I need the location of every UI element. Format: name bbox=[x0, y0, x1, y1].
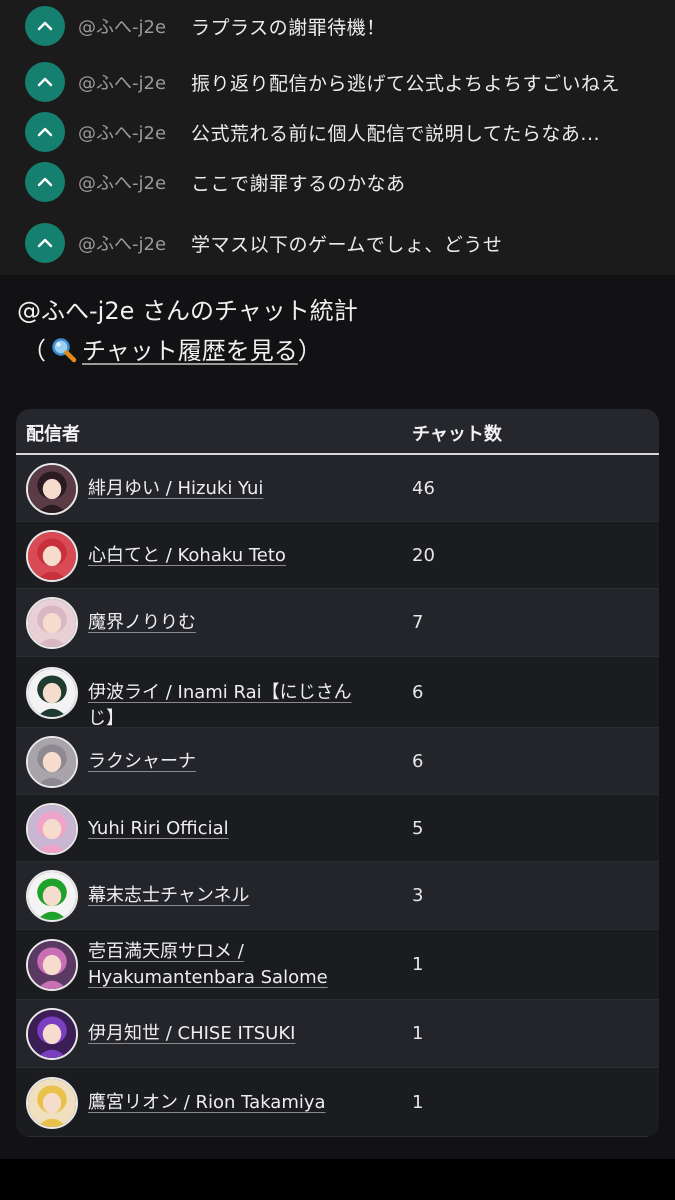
table-row: 緋月ゆい / Hizuki Yui 46 bbox=[16, 455, 659, 522]
chat-stats-section: @ふへ-j2e さんのチャット統計 （ チャット履歴を見る） 配信者 チャット数… bbox=[0, 275, 675, 1159]
table-header: 配信者 チャット数 bbox=[16, 409, 659, 455]
avatar[interactable] bbox=[26, 803, 78, 855]
streamer-name-link[interactable]: 心白てと / Kohaku Teto bbox=[88, 543, 378, 569]
comment-item: @ふへ-j2e 振り返り配信から逃げて公式よちよちすごいねえ bbox=[0, 62, 675, 102]
history-line: （ チャット履歴を見る） bbox=[22, 331, 322, 366]
chevron-up-icon bbox=[37, 177, 53, 187]
upvote-button[interactable] bbox=[25, 223, 65, 263]
table-row: ラクシャーナ 6 bbox=[16, 728, 659, 795]
chat-count: 6 bbox=[412, 682, 424, 703]
paren-close: ） bbox=[297, 337, 322, 365]
comment-text: 振り返り配信から逃げて公式よちよちすごいねえ bbox=[191, 72, 621, 95]
comment-username: @ふへ-j2e bbox=[78, 234, 167, 255]
chevron-up-icon bbox=[37, 77, 53, 87]
table-row: 心白てと / Kohaku Teto 20 bbox=[16, 522, 659, 589]
magnifier-icon bbox=[52, 338, 77, 363]
avatar[interactable] bbox=[26, 530, 78, 582]
comment-list: @ふへ-j2e ラプラスの謝罪待機！ @ふへ-j2e 振り返り配信から逃げて公式… bbox=[0, 0, 675, 275]
chat-history-label: チャット履歴を見る bbox=[82, 337, 298, 365]
upvote-button[interactable] bbox=[25, 6, 65, 46]
comment-item: @ふへ-j2e ここで謝罪するのかなあ bbox=[0, 162, 675, 202]
table-row: 幕末志士チャンネル 3 bbox=[16, 862, 659, 930]
comment-username: @ふへ-j2e bbox=[78, 123, 167, 144]
table-row: 魔界ノりりむ 7 bbox=[16, 589, 659, 657]
table-row: 伊波ライ / Inami Rai【にじさんじ】 6 bbox=[16, 657, 659, 729]
comment-text: 学マス以下のゲームでしょ、どうせ bbox=[191, 233, 503, 256]
avatar[interactable] bbox=[26, 463, 78, 515]
comment-text: ここで謝罪するのかなあ bbox=[191, 172, 406, 195]
chevron-up-icon bbox=[37, 238, 53, 248]
upvote-button[interactable] bbox=[25, 112, 65, 152]
paren-open: （ bbox=[22, 337, 46, 365]
streamer-name-link[interactable]: 魔界ノりりむ bbox=[88, 610, 378, 636]
chat-count: 1 bbox=[412, 1092, 424, 1113]
chat-count: 1 bbox=[412, 954, 424, 975]
table-row: 鷹宮リオン / Rion Takamiya 1 bbox=[16, 1068, 659, 1137]
streamer-name-link[interactable]: 幕末志士チャンネル bbox=[88, 883, 378, 909]
comment-item: @ふへ-j2e ラプラスの謝罪待機！ bbox=[0, 6, 675, 46]
chevron-up-icon bbox=[37, 21, 53, 31]
chat-history-link[interactable]: チャット履歴を見る bbox=[46, 337, 298, 365]
upvote-button[interactable] bbox=[25, 162, 65, 202]
table-row: 伊月知世 / CHISE ITSUKI 1 bbox=[16, 1000, 659, 1068]
stats-title: @ふへ-j2e さんのチャット統計 bbox=[17, 297, 358, 325]
chat-count: 6 bbox=[412, 751, 424, 772]
table-row: 壱百満天原サロメ / Hyakumantenbara Salome 1 bbox=[16, 930, 659, 1000]
streamer-name-link[interactable]: 伊月知世 / CHISE ITSUKI bbox=[88, 1021, 378, 1047]
avatar[interactable] bbox=[26, 870, 78, 922]
upvote-button[interactable] bbox=[25, 62, 65, 102]
comment-item: @ふへ-j2e 公式荒れる前に個人配信で説明してたらなあ... bbox=[0, 112, 675, 152]
streamer-name-link[interactable]: 鷹宮リオン / Rion Takamiya bbox=[88, 1090, 378, 1116]
chat-count: 7 bbox=[412, 612, 424, 633]
chat-count: 46 bbox=[412, 478, 435, 499]
comment-username: @ふへ-j2e bbox=[78, 17, 167, 38]
column-header-count: チャット数 bbox=[412, 424, 502, 445]
page: @ふへ-j2e ラプラスの謝罪待機！ @ふへ-j2e 振り返り配信から逃げて公式… bbox=[0, 0, 675, 1200]
chevron-up-icon bbox=[37, 127, 53, 137]
chat-count: 20 bbox=[412, 545, 435, 566]
avatar[interactable] bbox=[26, 1077, 78, 1129]
stats-table: 配信者 チャット数 緋月ゆい / Hizuki Yui 46 心白てと / Koha… bbox=[16, 409, 659, 1137]
comment-text: ラプラスの謝罪待機！ bbox=[191, 16, 386, 39]
comment-text: 公式荒れる前に個人配信で説明してたらなあ... bbox=[191, 122, 601, 145]
comment-username: @ふへ-j2e bbox=[78, 173, 167, 194]
streamer-name-link[interactable]: ラクシャーナ bbox=[88, 749, 378, 775]
comment-username: @ふへ-j2e bbox=[78, 73, 167, 94]
chat-count: 1 bbox=[412, 1023, 424, 1044]
column-header-streamer: 配信者 bbox=[26, 424, 80, 445]
streamer-name-link[interactable]: 緋月ゆい / Hizuki Yui bbox=[88, 476, 378, 502]
avatar[interactable] bbox=[26, 1008, 78, 1060]
avatar[interactable] bbox=[26, 736, 78, 788]
chat-count: 5 bbox=[412, 818, 424, 839]
chat-count: 3 bbox=[412, 885, 424, 906]
comment-item: @ふへ-j2e 学マス以下のゲームでしょ、どうせ bbox=[0, 223, 675, 263]
avatar[interactable] bbox=[26, 939, 78, 991]
streamer-name-link[interactable]: Yuhi Riri Official bbox=[88, 816, 378, 842]
avatar[interactable] bbox=[26, 597, 78, 649]
bottom-bar bbox=[0, 1159, 675, 1200]
table-row: Yuhi Riri Official 5 bbox=[16, 795, 659, 862]
streamer-name-link[interactable]: 壱百満天原サロメ / Hyakumantenbara Salome bbox=[88, 939, 378, 991]
avatar[interactable] bbox=[26, 667, 78, 719]
streamer-name-link[interactable]: 伊波ライ / Inami Rai【にじさんじ】 bbox=[88, 680, 378, 732]
